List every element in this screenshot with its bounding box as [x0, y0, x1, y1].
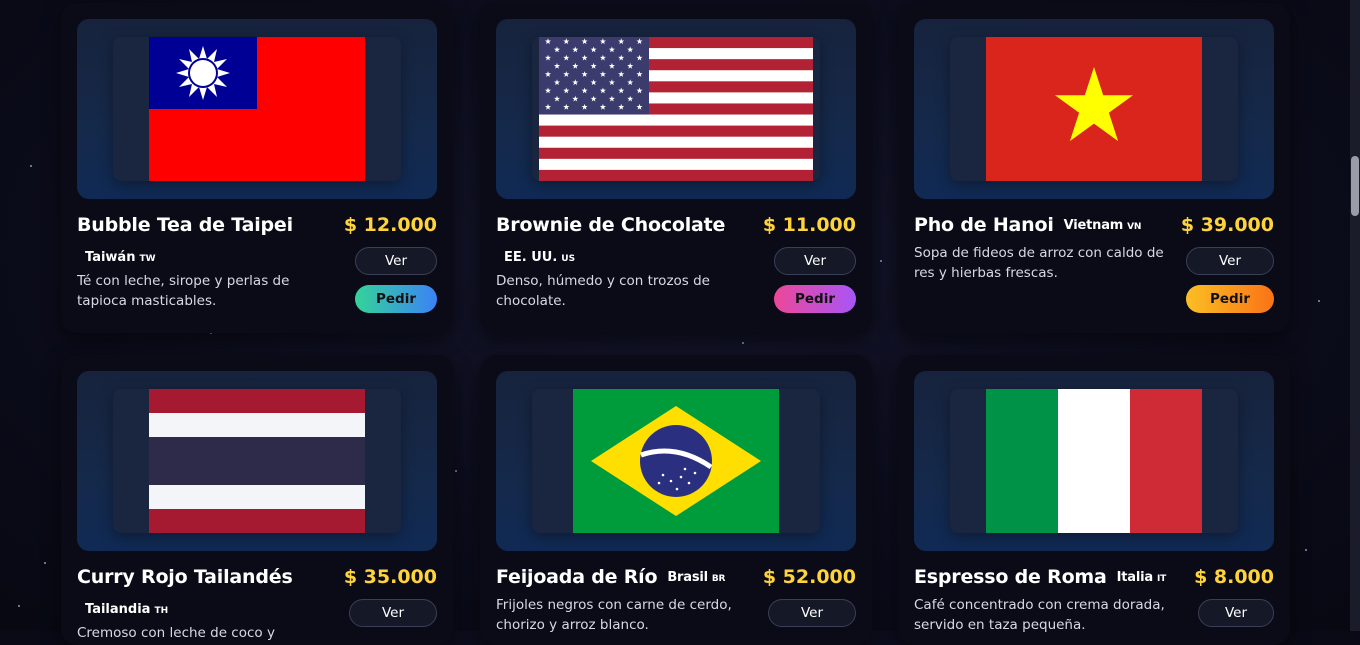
taiwan-flag: [149, 37, 365, 181]
usa-flag: [539, 37, 813, 181]
view-button[interactable]: Ver: [355, 247, 437, 275]
product-price: $ 8.000: [1194, 566, 1274, 588]
scrollbar[interactable]: [1350, 0, 1360, 631]
brazil-flag: [573, 389, 779, 533]
view-button[interactable]: Ver: [1198, 599, 1274, 627]
view-button[interactable]: Ver: [349, 599, 437, 627]
product-card: Brownie de Chocolate $ 11.000 EE. UU. US …: [480, 3, 872, 333]
background-star: [1305, 549, 1307, 551]
vietnam-flag: [986, 37, 1202, 181]
product-country: Tailandia TH: [85, 602, 168, 617]
country-name: Brasil: [667, 570, 708, 585]
background-star: [742, 342, 744, 344]
product-country: Italia IT: [1116, 570, 1167, 585]
product-description: Denso, húmedo y con trozos de chocolate.: [496, 273, 710, 309]
background-star: [18, 605, 20, 607]
product-card: Espresso de Roma Italia IT $ 8.000 Café co…: [898, 355, 1290, 645]
country-code: TH: [154, 606, 169, 616]
thailand-flag: [149, 389, 365, 533]
product-price: $ 12.000: [343, 214, 437, 236]
scrollbar-thumb[interactable]: [1351, 156, 1359, 216]
product-card: Feijoada de Río Brasil BR $ 52.000 Frijole…: [480, 355, 872, 645]
product-price: $ 35.000: [343, 566, 437, 588]
product-description: Frijoles negros con carne de cerdo, chor…: [496, 597, 732, 633]
product-description: Cremoso con leche de coco y: [77, 625, 275, 641]
background-star: [455, 470, 457, 472]
order-button[interactable]: Pedir: [1186, 285, 1274, 313]
country-name: Tailandia: [85, 602, 151, 617]
view-button[interactable]: Ver: [1186, 247, 1274, 275]
view-button[interactable]: Ver: [768, 599, 856, 627]
product-card: Pho de Hanoi Vietnam VN $ 39.000 Sopa de f…: [898, 3, 1290, 333]
product-title-text: Pho de Hanoi: [914, 214, 1054, 236]
product-title: Bubble Tea de Taipei: [77, 214, 293, 236]
product-image: [496, 371, 856, 551]
country-code: TW: [139, 254, 156, 264]
product-card: Bubble Tea de Taipei $ 12.000 Taiwán TW T…: [61, 3, 453, 333]
view-button[interactable]: Ver: [774, 247, 856, 275]
country-code: US: [561, 254, 576, 264]
country-name: Vietnam: [1063, 218, 1124, 233]
country-name: EE. UU.: [504, 250, 558, 265]
product-country: EE. UU. US: [504, 250, 575, 265]
country-code: BR: [711, 574, 726, 584]
italy-flag: [986, 389, 1202, 533]
country-name: Taiwán: [85, 250, 136, 265]
product-country: Brasil BR: [667, 570, 725, 585]
product-country: Taiwán TW: [85, 250, 156, 265]
background-star: [30, 165, 32, 167]
background-star: [880, 260, 882, 262]
country-code: VN: [1127, 222, 1142, 232]
product-image: [496, 19, 856, 199]
product-title-text: Feijoada de Río: [496, 566, 658, 588]
product-title: Pho de Hanoi Vietnam VN: [914, 214, 1141, 236]
product-image: [914, 371, 1274, 551]
product-price: $ 39.000: [1180, 214, 1274, 236]
product-image: [914, 19, 1274, 199]
product-country: Vietnam VN: [1064, 218, 1142, 233]
product-title: Feijoada de Río Brasil BR: [496, 566, 725, 588]
product-price: $ 52.000: [762, 566, 856, 588]
product-title: Brownie de Chocolate: [496, 214, 726, 236]
product-card: Curry Rojo Tailandés $ 35.000 Tailandia T…: [61, 355, 453, 645]
product-title: Curry Rojo Tailandés: [77, 566, 293, 588]
product-image: [77, 371, 437, 551]
product-title-text: Espresso de Roma: [914, 566, 1107, 588]
product-image: [77, 19, 437, 199]
country-code: IT: [1156, 574, 1167, 584]
product-title: Espresso de Roma Italia IT: [914, 566, 1166, 588]
product-description: Sopa de fideos de arroz con caldo de res…: [914, 245, 1164, 281]
country-name: Italia: [1116, 570, 1154, 585]
order-button[interactable]: Pedir: [774, 285, 856, 313]
product-price: $ 11.000: [762, 214, 856, 236]
product-description: Té con leche, sirope y perlas de tapioca…: [77, 273, 290, 309]
order-button[interactable]: Pedir: [355, 285, 437, 313]
background-star: [44, 562, 46, 564]
background-star: [1318, 300, 1320, 302]
product-description: Café concentrado con crema dorada, servi…: [914, 597, 1165, 633]
